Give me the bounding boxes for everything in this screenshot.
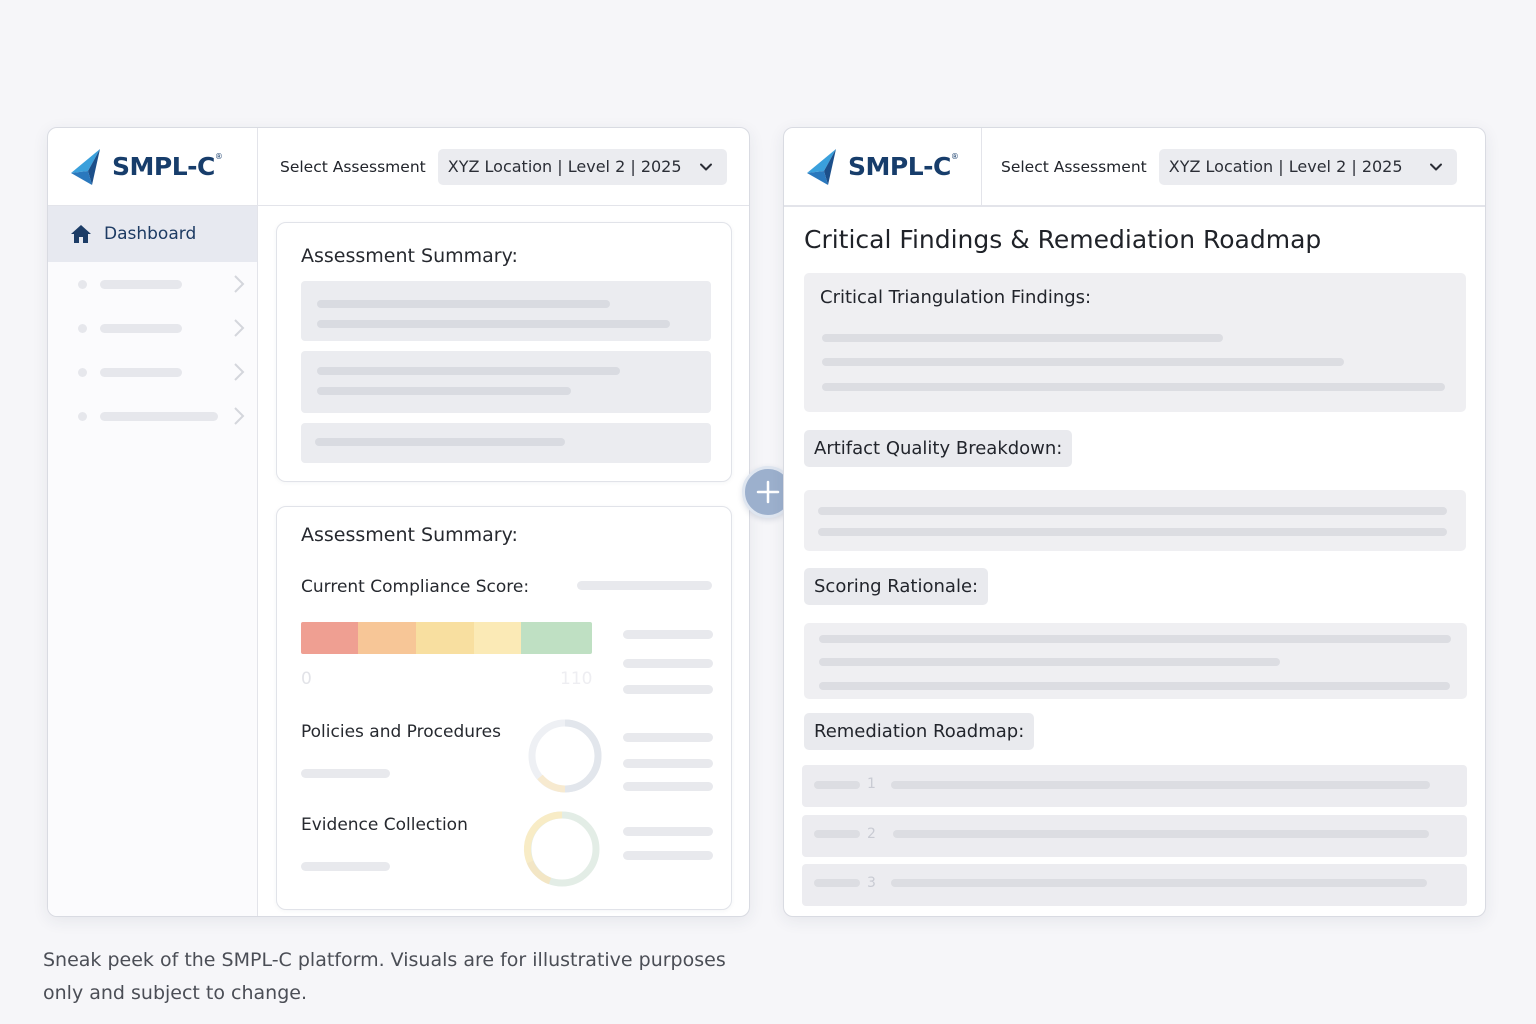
policies-donut: [528, 719, 602, 793]
compliance-scale-bar: [301, 622, 592, 654]
roadmap-step-number: 1: [867, 776, 876, 792]
assessment-select-value: XYZ Location | Level 2 | 2025: [447, 157, 682, 176]
artifact-quality-box: [804, 490, 1466, 551]
evidence-label: Evidence Collection: [301, 815, 468, 835]
select-assessment-label: Select Assessment: [1001, 157, 1147, 176]
caption: Sneak peek of the SMPL-C platform. Visua…: [43, 949, 726, 1004]
logo[interactable]: SMPL-C®: [48, 128, 258, 206]
roadmap-row[interactable]: 2: [802, 815, 1467, 857]
card-title: Assessment Summary:: [301, 524, 518, 546]
critical-findings-label: Critical Triangulation Findings:: [820, 287, 1092, 308]
chevron-right-icon: [234, 407, 245, 425]
sidebar-item-placeholder[interactable]: [48, 306, 257, 350]
chevron-right-icon: [234, 275, 245, 293]
roadmap-step-number: 2: [867, 826, 876, 842]
compliance-score-label: Current Compliance Score:: [301, 577, 530, 597]
sidebar-item-placeholder[interactable]: [48, 350, 257, 394]
scale-max-label: 110: [560, 669, 593, 689]
scoring-rationale-label: Scoring Rationale:: [804, 568, 989, 605]
scoring-rationale-box: [804, 623, 1467, 699]
critical-findings-box: Critical Triangulation Findings:: [804, 273, 1466, 412]
chevron-right-icon: [234, 319, 245, 337]
plus-icon: [756, 480, 780, 504]
remediation-roadmap-label: Remediation Roadmap:: [804, 713, 1035, 750]
top-bar: Select Assessment XYZ Location | Level 2…: [258, 128, 749, 206]
chevron-right-icon: [234, 363, 245, 381]
sidebar-item-dashboard[interactable]: Dashboard: [48, 206, 257, 262]
chevron-down-icon: [1429, 163, 1442, 170]
page-title: Critical Findings & Remediation Roadmap: [804, 225, 1322, 254]
policies-label: Policies and Procedures: [301, 722, 501, 742]
assessment-select[interactable]: XYZ Location | Level 2 | 2025: [437, 148, 727, 185]
dashboard-panel: SMPL-C® Select Assessment XYZ Location |…: [47, 127, 750, 917]
logo-mark-icon: [807, 148, 836, 185]
roadmap-row[interactable]: 1: [802, 765, 1467, 807]
sidebar-item-placeholder[interactable]: [48, 262, 257, 306]
logo-text: SMPL-C®: [112, 152, 223, 181]
scale-min-label: 0: [301, 669, 312, 689]
select-assessment-label: Select Assessment: [280, 157, 426, 176]
logo-mark-icon: [71, 148, 100, 185]
chevron-down-icon: [699, 163, 712, 170]
top-bar: Select Assessment XYZ Location | Level 2…: [981, 128, 1485, 206]
sidebar: Dashboard: [48, 206, 258, 916]
placeholder-block: [301, 281, 711, 341]
logo-text: SMPL-C®: [848, 152, 959, 181]
sidebar-item-label: Dashboard: [104, 224, 197, 244]
sidebar-item-placeholder[interactable]: [48, 394, 257, 438]
evidence-donut: [523, 811, 600, 887]
logo[interactable]: SMPL-C®: [784, 128, 981, 206]
compliance-summary-card: Assessment Summary: Current Compliance S…: [276, 506, 732, 910]
home-icon: [71, 225, 91, 243]
findings-panel: SMPL-C® Select Assessment XYZ Location |…: [783, 127, 1486, 917]
assessment-summary-card: Assessment Summary:: [276, 222, 732, 482]
card-title: Assessment Summary:: [301, 245, 518, 267]
assessment-select[interactable]: XYZ Location | Level 2 | 2025: [1158, 148, 1457, 185]
placeholder-block: [301, 351, 711, 413]
roadmap-row[interactable]: 3: [802, 864, 1467, 906]
roadmap-step-number: 3: [867, 875, 876, 891]
assessment-select-value: XYZ Location | Level 2 | 2025: [1168, 157, 1403, 176]
artifact-quality-label: Artifact Quality Breakdown:: [804, 430, 1073, 467]
placeholder-block: [301, 423, 711, 463]
